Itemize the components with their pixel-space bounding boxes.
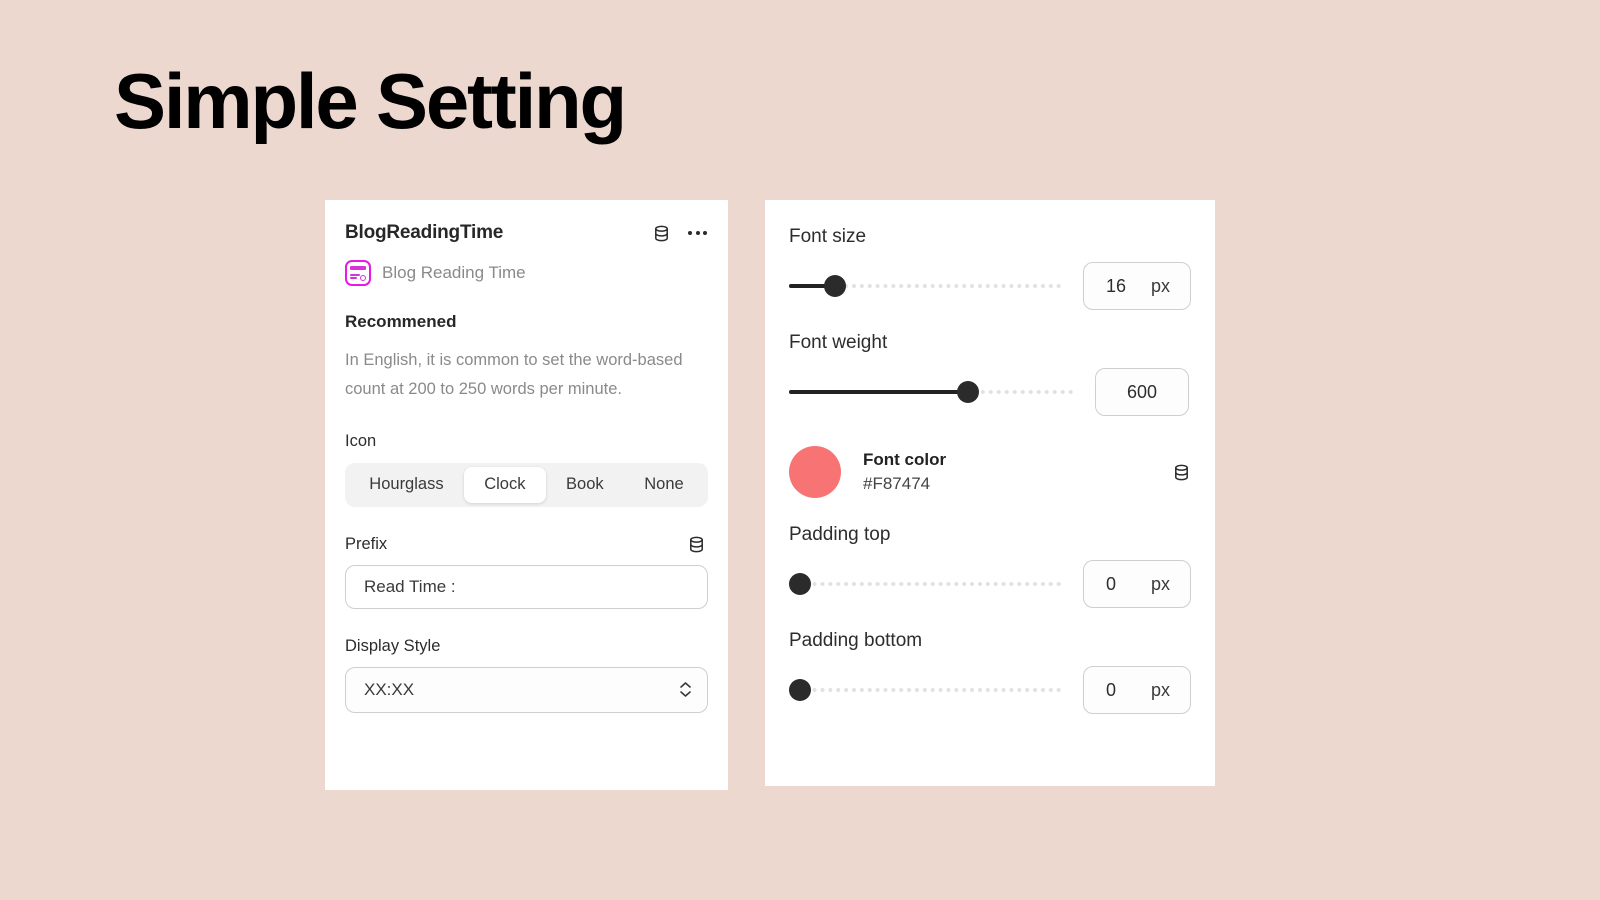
recommended-heading: Recommened — [345, 312, 457, 331]
segment-clock[interactable]: Clock — [463, 466, 546, 503]
more-options-icon[interactable] — [687, 227, 708, 239]
font-weight-slider[interactable] — [789, 379, 1073, 405]
padding-bottom-row: Padding bottom 0 px — [788, 630, 1191, 714]
padding-top-label: Padding top — [789, 524, 891, 545]
padding-top-row: Padding top 0 px — [788, 524, 1191, 608]
font-size-value: 16 — [1106, 275, 1127, 296]
app-name: Blog Reading Time — [382, 263, 526, 282]
padding-bottom-unit: px — [1150, 679, 1170, 700]
font-weight-label: Font weight — [789, 332, 888, 353]
slider-track — [789, 582, 1061, 586]
settings-card-left: BlogReadingTime Blog Reading Time Recomm… — [325, 200, 728, 790]
icon-field: Icon Hourglass Clock Book None — [345, 432, 708, 507]
slider-thumb[interactable] — [788, 679, 811, 701]
card-header: BlogReadingTime — [345, 222, 708, 244]
segment-book[interactable]: Book — [546, 467, 624, 503]
database-icon[interactable] — [652, 224, 671, 243]
prefix-field-label: Prefix — [345, 534, 388, 553]
padding-top-value: 0 — [1106, 573, 1117, 594]
slider-fill — [789, 390, 968, 394]
font-weight-row: Font weight 600 — [789, 332, 1191, 416]
padding-top-slider[interactable] — [788, 571, 1061, 597]
font-weight-input[interactable]: 600 — [1095, 368, 1189, 416]
font-size-input[interactable]: 16 px — [1083, 262, 1191, 310]
font-color-hex: #F87474 — [863, 474, 931, 493]
chevron-up-down-icon[interactable] — [680, 682, 691, 698]
display-style-field-label: Display Style — [345, 636, 441, 655]
font-color-texts: Font color #F87474 — [863, 450, 1172, 494]
slider-thumb[interactable] — [956, 381, 979, 403]
slider-thumb[interactable] — [788, 573, 811, 595]
padding-top-unit: px — [1150, 573, 1170, 594]
database-icon[interactable] — [687, 535, 706, 554]
display-style-value: XX:XX — [364, 679, 415, 699]
font-weight-value: 600 — [1126, 381, 1158, 402]
segment-none[interactable]: None — [624, 467, 704, 503]
blog-reading-time-app-icon — [345, 260, 371, 286]
settings-card-right: Font size 16 px Font weight 600 Font col… — [765, 200, 1215, 786]
font-color-swatch[interactable] — [789, 446, 841, 498]
font-size-unit: px — [1150, 275, 1170, 296]
app-identity-row: Blog Reading Time — [345, 260, 708, 286]
recommended-body: In English, it is common to set the word… — [345, 351, 683, 398]
font-color-label: Font color — [863, 450, 947, 469]
prefix-field: Prefix Read Time : — [345, 535, 708, 609]
segment-hourglass[interactable]: Hourglass — [349, 467, 464, 503]
font-color-row: Font color #F87474 — [789, 446, 1191, 498]
page-title: Simple Setting — [114, 57, 627, 145]
database-icon[interactable] — [1172, 463, 1191, 482]
icon-segmented-control[interactable]: Hourglass Clock Book None — [345, 462, 708, 507]
card-header-actions — [652, 224, 708, 243]
font-size-row: Font size 16 px — [789, 226, 1191, 310]
padding-bottom-label: Padding bottom — [789, 630, 923, 651]
padding-bottom-input[interactable]: 0 px — [1083, 666, 1191, 714]
slider-track — [789, 688, 1061, 692]
padding-bottom-slider[interactable] — [788, 677, 1061, 703]
prefix-input[interactable]: Read Time : — [345, 564, 708, 609]
padding-top-input[interactable]: 0 px — [1083, 560, 1191, 608]
icon-field-label: Icon — [345, 431, 377, 450]
display-style-select[interactable]: XX:XX — [345, 666, 708, 713]
font-size-label: Font size — [789, 226, 867, 247]
card-title: BlogReadingTime — [345, 222, 504, 243]
padding-bottom-value: 0 — [1106, 679, 1117, 700]
font-size-slider[interactable] — [789, 273, 1061, 299]
slider-thumb[interactable] — [824, 275, 847, 297]
display-style-field: Display Style XX:XX — [345, 637, 708, 713]
